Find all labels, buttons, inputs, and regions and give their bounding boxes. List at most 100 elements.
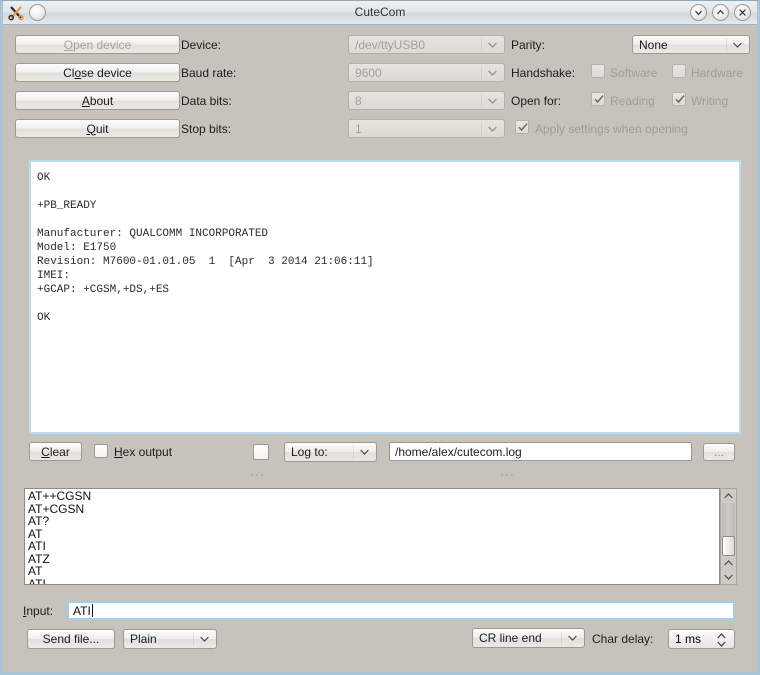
chevron-down-icon: [695, 10, 702, 16]
terminal-output[interactable]: OK +PB_READY Manufacturer: QUALCOMM INCO…: [29, 160, 741, 434]
quit-label: uit: [95, 121, 109, 136]
clear-button[interactable]: Clear: [29, 442, 82, 461]
chevron-down-icon: [733, 42, 742, 48]
list-item[interactable]: AT++CGSN: [28, 490, 719, 503]
open-for-reading-checkbox[interactable]: [591, 92, 605, 106]
data-bits-value: 8: [355, 93, 362, 108]
checkmark-icon: [594, 95, 604, 104]
minimize-button[interactable]: [690, 4, 707, 21]
open-device-mnemonic: O: [63, 37, 74, 52]
hex-output-checkbox[interactable]: [94, 444, 108, 458]
handshake-hardware-label: Hardware: [691, 66, 744, 80]
close-button[interactable]: [734, 4, 751, 21]
chevron-down-icon: [724, 574, 733, 580]
chevron-down-icon: [488, 126, 497, 132]
log-path-input[interactable]: /home/alex/cutecom.log: [389, 442, 692, 461]
char-delay-value: 1 ms: [675, 632, 702, 646]
hex-output-label: Hex output: [114, 445, 173, 459]
baud-rate-label: Baud rate:: [181, 66, 237, 80]
list-item[interactable]: ATI: [28, 540, 719, 553]
apply-settings-checkbox[interactable]: [515, 120, 529, 134]
log-to-combo[interactable]: Log to:: [284, 442, 377, 462]
chevron-down-icon: [200, 636, 209, 642]
terminal-text: OK +PB_READY Manufacturer: QUALCOMM INCO…: [37, 172, 374, 324]
chevron-down-icon: [488, 42, 497, 48]
list-item[interactable]: AT: [28, 565, 719, 578]
log-path-value: /home/alex/cutecom.log: [395, 444, 522, 459]
quit-mnemonic: Q: [86, 121, 96, 136]
stop-bits-value: 1: [355, 121, 362, 136]
about-button[interactable]: About: [15, 91, 180, 110]
log-browse-button[interactable]: ...: [703, 443, 735, 461]
apply-settings-label: Apply settings when opening: [535, 122, 688, 136]
close-device-button[interactable]: Close device: [15, 63, 180, 82]
quit-button[interactable]: Quit: [15, 119, 180, 138]
device-label: Device:: [181, 38, 222, 52]
device-combo[interactable]: /dev/ttyUSB0: [348, 35, 505, 54]
input-label: Input:: [23, 604, 54, 618]
command-input-value: ATI: [73, 603, 91, 618]
command-input[interactable]: ATI: [67, 601, 735, 620]
stop-bits-combo[interactable]: 1: [348, 119, 505, 138]
window-title: CuteCom: [354, 5, 406, 19]
close-icon: [739, 9, 746, 16]
line-end-combo[interactable]: CR line end: [472, 628, 585, 648]
parity-combo[interactable]: None: [632, 35, 750, 54]
chevron-down-icon: [488, 70, 497, 76]
list-item[interactable]: ATI: [28, 577, 719, 584]
scroll-track-upper[interactable]: [722, 503, 735, 536]
open-for-label: Open for:: [511, 94, 562, 108]
log-to-label: Log to:: [291, 445, 328, 459]
open-device-button[interactable]: Open device: [15, 35, 180, 54]
chevron-down-icon: [488, 98, 497, 104]
log-enable-checkbox[interactable]: [253, 444, 269, 460]
checkmark-icon: [518, 123, 528, 132]
send-file-button[interactable]: Send file...: [27, 629, 115, 649]
maximize-button[interactable]: [712, 4, 729, 21]
handshake-label: Handshake:: [511, 66, 576, 80]
history-scrollbar[interactable]: [720, 488, 737, 585]
handshake-hardware-checkbox[interactable]: [672, 64, 686, 78]
handshake-software-checkbox[interactable]: [591, 64, 605, 78]
spinner-arrows-icon: [717, 633, 726, 647]
char-delay-label: Char delay:: [592, 632, 654, 646]
baud-rate-combo[interactable]: 9600: [348, 63, 505, 82]
text-caret: [91, 604, 93, 617]
splitter-grip-left[interactable]: [251, 473, 267, 478]
stop-bits-label: Stop bits:: [181, 122, 232, 136]
chevron-down-icon: [360, 449, 369, 455]
list-item[interactable]: AT+CGSN: [28, 502, 719, 516]
command-history-list[interactable]: AT++CGSN AT+CGSN AT? AT ATI ATZ AT ATI A…: [24, 488, 720, 585]
clear-label: lear: [49, 444, 70, 459]
device-value: /dev/ttyUSB0: [355, 37, 426, 52]
protocol-value: Plain: [130, 632, 157, 646]
clear-mnemonic: C: [41, 444, 50, 459]
cutecom-window: CuteCom Open device Close device About Q…: [0, 0, 760, 675]
checkmark-icon: [675, 95, 685, 104]
list-item[interactable]: AT: [28, 527, 719, 541]
scroll-down-button[interactable]: [721, 570, 736, 584]
chevron-up-icon: [724, 560, 733, 566]
scroll-up-button[interactable]: [721, 489, 736, 503]
parity-label: Parity:: [511, 38, 546, 52]
line-end-value: CR line end: [479, 631, 542, 645]
data-bits-combo[interactable]: 8: [348, 91, 505, 110]
open-for-reading-label: Reading: [610, 94, 655, 108]
char-delay-spinbox[interactable]: 1 ms: [668, 629, 735, 649]
open-for-writing-checkbox[interactable]: [672, 92, 686, 106]
chevron-down-icon: [568, 635, 577, 641]
close-device-label-post: se device: [81, 65, 132, 80]
baud-rate-value: 9600: [355, 65, 382, 80]
scroll-page-up-button[interactable]: [721, 556, 736, 570]
about-mnemonic: A: [81, 93, 90, 108]
list-item[interactable]: AT?: [28, 515, 719, 528]
protocol-combo[interactable]: Plain: [123, 629, 217, 649]
data-bits-label: Data bits:: [181, 94, 232, 108]
handshake-software-label: Software: [610, 66, 658, 80]
open-device-label: pen device: [73, 37, 132, 52]
about-label: bout: [89, 93, 114, 108]
list-item[interactable]: ATZ: [28, 552, 719, 566]
scroll-thumb[interactable]: [722, 536, 735, 556]
splitter-grip-right[interactable]: [501, 473, 517, 478]
parity-value: None: [639, 37, 668, 52]
